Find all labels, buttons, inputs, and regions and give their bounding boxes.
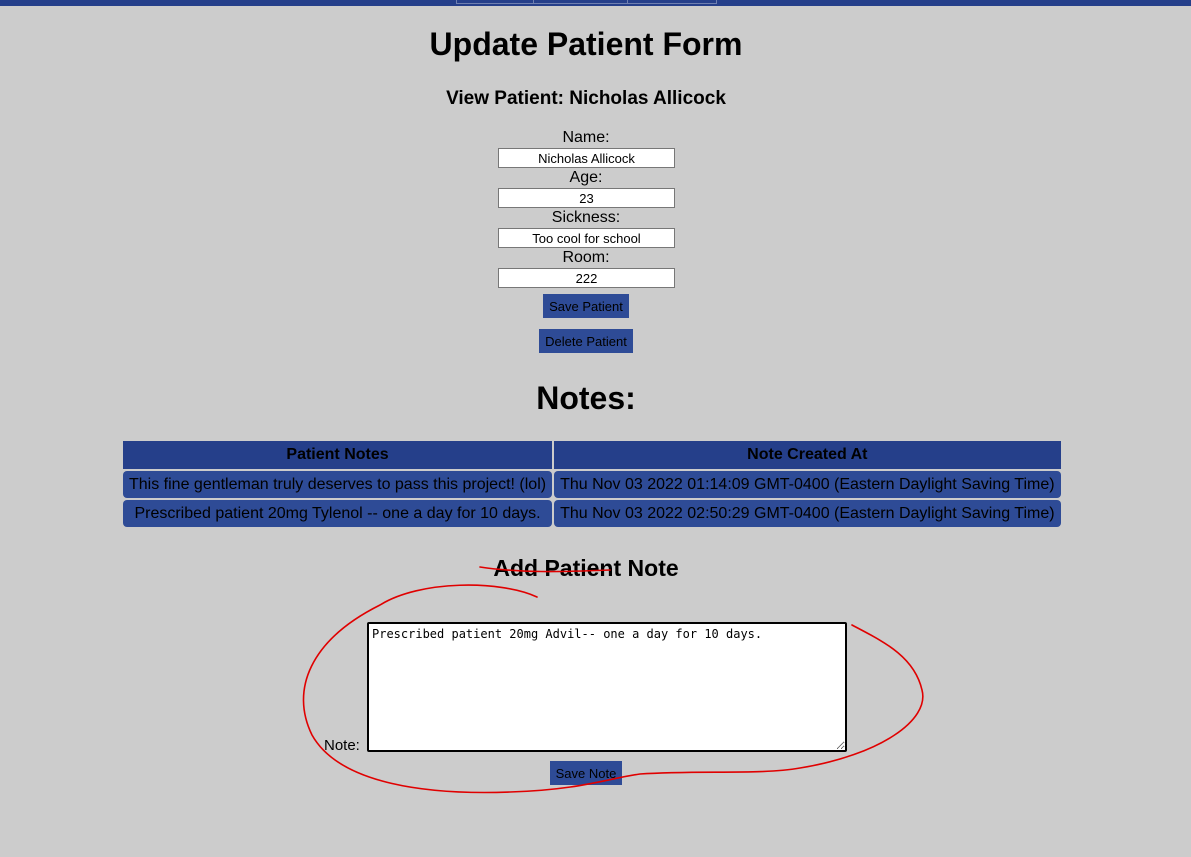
note-label: Note: [324, 737, 360, 754]
table-header-row: Patient Notes Note Created At [123, 441, 1061, 469]
note-date-cell: Thu Nov 03 2022 02:50:29 GMT-0400 (Easte… [554, 500, 1061, 527]
delete-patient-button[interactable]: Delete Patient [539, 329, 633, 353]
page-title: Update Patient Form [429, 26, 743, 62]
age-field[interactable] [498, 188, 675, 208]
name-field[interactable] [498, 148, 675, 168]
column-header: Note Created At [554, 441, 1061, 469]
nav-tab[interactable] [533, 0, 628, 4]
table-row: Prescribed patient 20mg Tylenol -- one a… [123, 500, 1061, 527]
note-date-cell: Thu Nov 03 2022 01:14:09 GMT-0400 (Easte… [554, 471, 1061, 498]
sickness-field[interactable] [498, 228, 675, 248]
notes-heading: Notes: [536, 380, 636, 416]
room-field[interactable] [498, 268, 675, 288]
nav-tab[interactable] [456, 0, 534, 4]
sickness-label: Sickness: [551, 209, 621, 226]
add-note-heading: Add Patient Note [493, 555, 679, 581]
notes-table: Patient Notes Note Created At This fine … [121, 439, 1063, 529]
note-text-cell: Prescribed patient 20mg Tylenol -- one a… [123, 500, 553, 527]
table-row: This fine gentleman truly deserves to pa… [123, 471, 1061, 498]
name-label: Name: [562, 129, 610, 146]
nav-tab[interactable] [627, 0, 717, 4]
patient-subtitle: View Patient: Nicholas Allicock [446, 88, 726, 109]
top-nav-bar [0, 0, 1191, 6]
note-text-cell: This fine gentleman truly deserves to pa… [123, 471, 553, 498]
age-label: Age: [569, 169, 603, 186]
note-textarea[interactable]: Prescribed patient 20mg Advil-- one a da… [367, 622, 847, 752]
column-header: Patient Notes [123, 441, 553, 469]
room-label: Room: [562, 249, 610, 266]
save-patient-button[interactable]: Save Patient [543, 294, 629, 318]
save-note-button[interactable]: Save Note [550, 761, 622, 785]
